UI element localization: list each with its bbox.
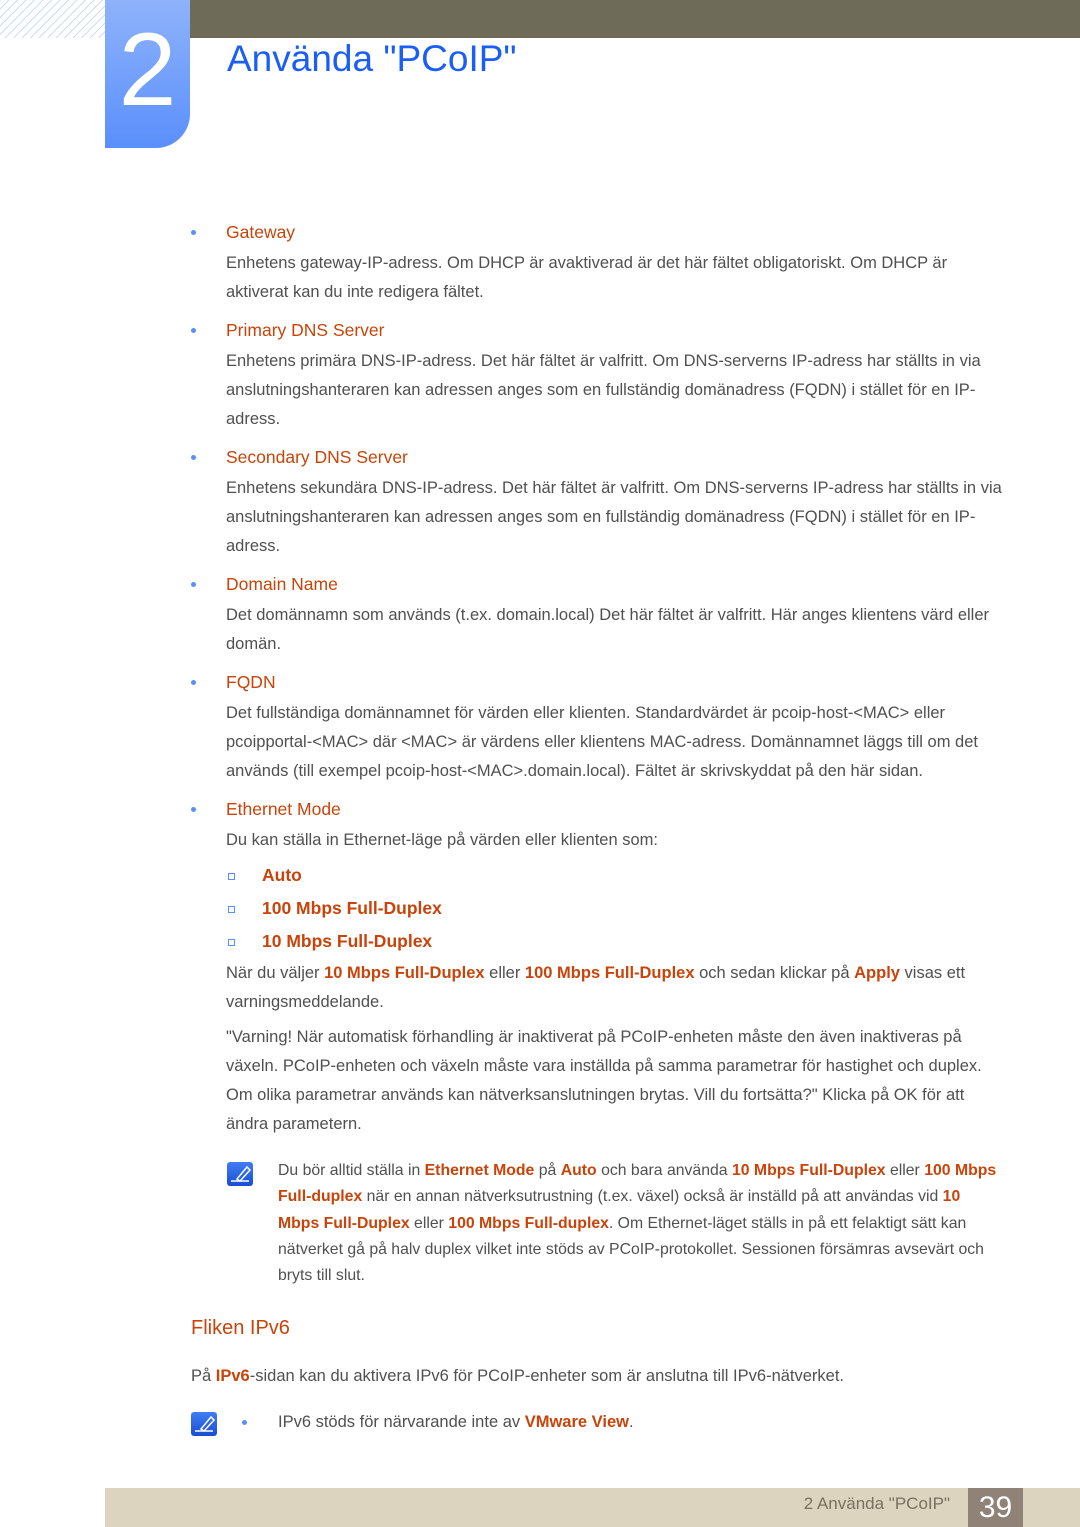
highlighted-term: IPv6: [215, 1367, 250, 1385]
ipv6-paragraph: På IPv6-sidan kan du aktivera IPv6 för P…: [191, 1362, 1041, 1391]
item-description: Enhetens gateway-IP-adress. Om DHCP är a…: [226, 249, 1004, 307]
ipv6-note: IPv6 stöds för närvarande inte av VMware…: [278, 1408, 1056, 1437]
text-run: -sidan kan du aktivera IPv6 för PCoIP-en…: [249, 1367, 845, 1385]
item-primary-dns: Primary DNS Server Enhetens primära DNS-…: [191, 315, 1004, 434]
item-domain-name: Domain Name Det domännamn som används (t…: [191, 569, 1004, 659]
page-footer: 2 Använda "PCoIP" 39: [105, 1488, 1080, 1527]
square-bullet-icon: [228, 906, 235, 913]
text-run: och sedan klickar på: [694, 964, 855, 982]
ethernet-warning-text: När du väljer 10 Mbps Full-Duplex eller …: [226, 959, 1004, 1139]
item-heading: FQDN: [226, 672, 276, 692]
text-run: Enhetens sekundära DNS-IP-adress. Det hä…: [226, 479, 1002, 555]
highlighted-term: 10 Mbps Full-Duplex: [324, 964, 485, 982]
bullet-icon: [242, 1420, 247, 1425]
item-description: Det domännamn som används (t.ex. domain.…: [226, 601, 1004, 659]
item-gateway: Gateway Enhetens gateway-IP-adress. Om D…: [191, 217, 1004, 307]
square-bullet-icon: [228, 939, 235, 946]
highlighted-term: 100 Mbps Full-duplex: [448, 1214, 609, 1232]
page-title: Använda "PCoIP": [227, 38, 517, 79]
text-run: Enhetens primära DNS-IP-adress. Det här …: [226, 352, 981, 428]
ethernet-options-list: Auto 100 Mbps Full-Duplex 10 Mbps Full-D…: [226, 859, 1004, 958]
text-run: På: [191, 1367, 216, 1385]
highlighted-term: 100 Mbps Full-Duplex: [524, 964, 695, 982]
footer-chapter-label: 2 Använda "PCoIP": [803, 1494, 950, 1513]
item-description: Enhetens primära DNS-IP-adress. Det här …: [226, 347, 1004, 434]
header-hatch-decoration: [0, 0, 105, 38]
bullet-icon: [191, 328, 196, 333]
item-description: Det fullständiga domännamnet för värden …: [226, 699, 1004, 786]
note-icon: [227, 1162, 253, 1186]
item-secondary-dns: Secondary DNS Server Enhetens sekundära …: [191, 442, 1004, 561]
item-heading: Domain Name: [226, 574, 338, 594]
text-run: IPv6 stöds för närvarande inte av: [278, 1413, 525, 1431]
text-run: eller: [484, 964, 525, 982]
item-fqdn: FQDN Det fullständiga domännamnet för vä…: [191, 667, 1004, 786]
bullet-icon: [191, 680, 196, 685]
option-100-full-duplex: 100 Mbps Full-Duplex: [262, 898, 442, 918]
text-run: Du bör alltid ställa in: [278, 1162, 425, 1179]
page-number: 39: [968, 1488, 1023, 1527]
text-run: Du kan ställa in Ethernet-läge på värden…: [226, 831, 658, 849]
warning-paragraph: "Varning! När automatisk förhandling är …: [226, 1023, 1004, 1139]
item-ethernet-mode: Ethernet Mode Du kan ställa in Ethernet-…: [191, 794, 1004, 855]
chapter-number-badge: 2: [105, 0, 190, 148]
text-run: Det fullständiga domännamnet för värden …: [226, 704, 978, 780]
highlighted-term: 10 Mbps Full-Duplex: [731, 1162, 886, 1179]
text-run: på: [534, 1162, 561, 1179]
bullet-icon: [191, 230, 196, 235]
section-heading-ipv6: Fliken IPv6: [191, 1317, 290, 1339]
text-run: När du väljer: [226, 964, 325, 982]
option-auto: Auto: [262, 865, 302, 885]
item-heading: Ethernet Mode: [226, 799, 341, 819]
text-run: och bara använda: [596, 1162, 732, 1179]
text-run: eller: [409, 1214, 449, 1232]
highlighted-term: Apply: [854, 964, 900, 982]
highlighted-term: Ethernet Mode: [424, 1162, 535, 1179]
header-bar: [190, 0, 1080, 38]
text-run: .: [628, 1413, 634, 1431]
bullet-icon: [191, 807, 196, 812]
text-run: "Varning! När automatisk förhandling är …: [226, 1028, 982, 1133]
item-heading: Secondary DNS Server: [226, 447, 408, 467]
paragraph: När du väljer 10 Mbps Full-Duplex eller …: [226, 959, 1004, 1017]
item-description: Du kan ställa in Ethernet-läge på värden…: [226, 826, 1004, 855]
bullet-icon: [191, 455, 196, 460]
item-description: Enhetens sekundära DNS-IP-adress. Det hä…: [226, 474, 1004, 561]
text-run: när en annan nätverksutrustning (t.ex. v…: [362, 1188, 943, 1206]
option-10-full-duplex: 10 Mbps Full-Duplex: [262, 931, 433, 951]
note-icon: [191, 1412, 217, 1436]
note-ethernet: Du bör alltid ställa in Ethernet Mode på…: [278, 1158, 1000, 1289]
highlighted-term: VMware View: [524, 1413, 629, 1431]
bullet-icon: [191, 582, 196, 587]
highlighted-term: Auto: [560, 1162, 597, 1179]
text-run: Det domännamn som används (t.ex. domain.…: [226, 606, 990, 653]
text-run: eller: [885, 1162, 925, 1179]
text-run: Enhetens gateway-IP-adress. Om DHCP är a…: [226, 254, 948, 301]
item-heading: Gateway: [226, 222, 296, 242]
square-bullet-icon: [228, 873, 235, 880]
item-heading: Primary DNS Server: [226, 320, 385, 340]
